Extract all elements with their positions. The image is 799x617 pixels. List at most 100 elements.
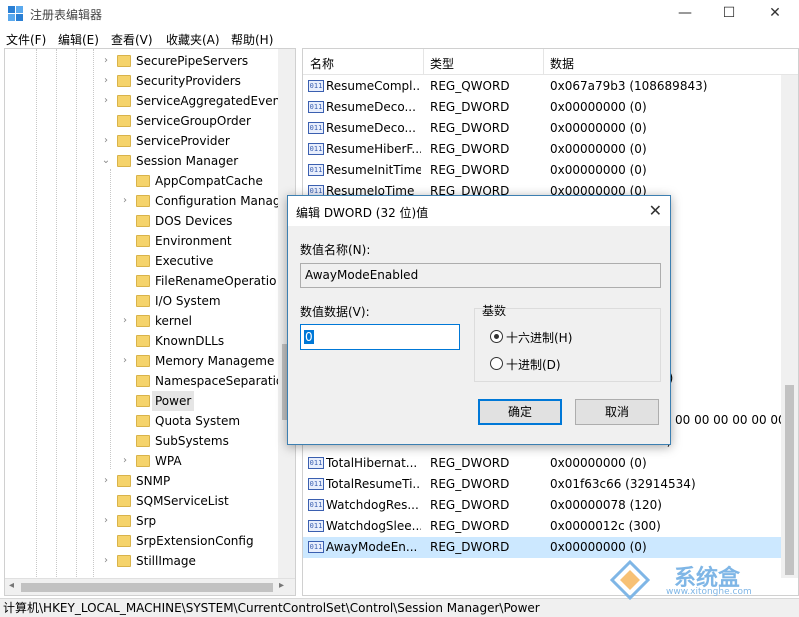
tree-item[interactable]: I/O System <box>5 291 277 311</box>
hex-radio-label[interactable]: 十六进制(H) <box>506 329 572 346</box>
value-data-text[interactable]: 0 <box>304 330 314 344</box>
hex-radio[interactable] <box>490 330 503 343</box>
tree-item-label[interactable]: DOS Devices <box>155 211 232 231</box>
collapse-chevron-icon[interactable]: ⌄ <box>101 151 111 171</box>
tree-item[interactable]: › StillImage <box>5 551 277 571</box>
expand-chevron-icon[interactable]: › <box>101 551 111 571</box>
tree-item[interactable]: DOS Devices <box>5 211 277 231</box>
tree-item[interactable]: Environment <box>5 231 277 251</box>
expand-chevron-icon[interactable]: › <box>101 51 111 71</box>
tree-item-label[interactable]: ServiceAggregatedEven <box>136 91 280 111</box>
list-row[interactable]: 011 ResumeHiberF... REG_DWORD 0x00000000 (0… <box>303 139 781 160</box>
list-row[interactable]: 011 TotalHibernat... REG_DWORD 0x00000000 (… <box>303 453 781 474</box>
maximize-button[interactable]: ☐ <box>717 3 741 23</box>
expand-chevron-icon[interactable]: › <box>120 451 130 471</box>
tree-item-label[interactable]: SubSystems <box>155 431 229 451</box>
list-row[interactable]: 011 AwayModeEn... REG_DWORD 0x00000000 (0) <box>303 537 781 558</box>
tree-item-label[interactable]: Srp <box>136 511 156 531</box>
tree-item-label[interactable]: SrpExtensionConfig <box>136 531 254 551</box>
tree-item-label[interactable]: Executive <box>155 251 213 271</box>
expand-chevron-icon[interactable]: › <box>120 191 130 211</box>
decimal-radio-label[interactable]: 十进制(D) <box>506 356 561 373</box>
list-row[interactable]: 011 WatchdogRes... REG_DWORD 0x00000078 (12… <box>303 495 781 516</box>
list-row[interactable]: 011 WatchdogSlee... REG_DWORD 0x0000012c (3… <box>303 516 781 537</box>
tree-item-label[interactable]: ServiceProvider <box>136 131 230 151</box>
list-scroll-thumb[interactable] <box>785 385 794 575</box>
tree-item[interactable]: SubSystems <box>5 431 277 451</box>
list-vertical-scrollbar[interactable] <box>781 75 798 578</box>
minimize-button[interactable]: — <box>673 3 697 23</box>
tree-item[interactable]: › ServiceProvider <box>5 131 277 151</box>
expand-chevron-icon[interactable]: › <box>120 351 130 371</box>
tree-item-label[interactable]: AppCompatCache <box>155 171 263 191</box>
registry-tree[interactable]: › SecurePipeServers › SecurityProviders › Ser… <box>4 48 296 596</box>
ok-button[interactable]: 确定 <box>478 399 562 425</box>
tree-item[interactable]: Power <box>5 391 277 411</box>
tree-item[interactable]: SrpExtensionConfig <box>5 531 277 551</box>
tree-item-label[interactable]: SNMP <box>136 471 170 491</box>
tree-item[interactable]: › Configuration Manag <box>5 191 280 211</box>
tree-item-label[interactable]: Environment <box>155 231 232 251</box>
tree-item[interactable]: › SecurityProviders <box>5 71 277 91</box>
list-row[interactable]: 011 ResumeInitTime REG_DWORD 0x00000000 (0) <box>303 160 781 181</box>
expand-chevron-icon[interactable]: › <box>120 311 130 331</box>
tree-item[interactable]: Quota System <box>5 411 277 431</box>
tree-item-label[interactable]: Quota System <box>155 411 240 431</box>
menu-help[interactable]: 帮助(H) <box>231 31 273 48</box>
list-row[interactable]: 011 ResumeDeco... REG_DWORD 0x00000000 (0) <box>303 118 781 139</box>
tree-item[interactable]: KnownDLLs <box>5 331 277 351</box>
tree-item-label[interactable]: WPA <box>155 451 182 471</box>
tree-item[interactable]: AppCompatCache <box>5 171 277 191</box>
tree-horizontal-scrollbar[interactable]: ◂ ▸ <box>5 578 295 595</box>
tree-item[interactable]: FileRenameOperatio <box>5 271 277 291</box>
tree-item-label[interactable]: FileRenameOperatio <box>155 271 276 291</box>
scroll-right-icon[interactable]: ▸ <box>279 580 284 591</box>
close-button[interactable]: ✕ <box>763 3 787 23</box>
tree-item-label[interactable]: SecurePipeServers <box>136 51 248 71</box>
tree-item[interactable]: SQMServiceList <box>5 491 277 511</box>
column-name-header[interactable]: 名称 <box>310 55 334 72</box>
expand-chevron-icon[interactable]: › <box>101 71 111 91</box>
tree-item[interactable]: › Srp <box>5 511 277 531</box>
tree-item-label[interactable]: StillImage <box>136 551 196 571</box>
tree-item-label[interactable]: KnownDLLs <box>155 331 224 351</box>
tree-item[interactable]: NamespaceSeparatio <box>5 371 283 391</box>
tree-item[interactable]: › SNMP <box>5 471 277 491</box>
expand-chevron-icon[interactable]: › <box>101 471 111 491</box>
decimal-radio[interactable] <box>490 357 503 370</box>
menu-view[interactable]: 查看(V) <box>111 31 153 48</box>
list-row[interactable]: 011 TotalResumeTi... REG_DWORD 0x01f63c66 (… <box>303 474 781 495</box>
expand-chevron-icon[interactable]: › <box>101 131 111 151</box>
tree-item[interactable]: › SecurePipeServers <box>5 51 277 71</box>
tree-item-label[interactable]: Memory Manageme <box>155 351 274 371</box>
menu-edit[interactable]: 编辑(E) <box>58 31 99 48</box>
tree-item-label[interactable]: Configuration Manag <box>155 191 280 211</box>
tree-item[interactable]: › WPA <box>5 451 277 471</box>
tree-item-label[interactable]: kernel <box>155 311 192 331</box>
tree-hscroll-thumb[interactable] <box>21 583 273 592</box>
scroll-left-icon[interactable]: ◂ <box>9 580 14 591</box>
tree-item[interactable]: ServiceGroupOrder <box>5 111 277 131</box>
cancel-button[interactable]: 取消 <box>575 399 659 425</box>
expand-chevron-icon[interactable]: › <box>101 511 111 531</box>
tree-item[interactable]: › ServiceAggregatedEven <box>5 91 280 111</box>
list-row[interactable]: 011 ResumeCompl... REG_QWORD 0x067a79b3 (10… <box>303 76 781 97</box>
expand-chevron-icon[interactable]: › <box>101 91 111 111</box>
tree-item[interactable]: Executive <box>5 251 277 271</box>
tree-item-label[interactable]: Session Manager <box>136 151 238 171</box>
dialog-close-icon[interactable]: ✕ <box>649 201 662 220</box>
tree-item-label[interactable]: NamespaceSeparatio <box>155 371 283 391</box>
tree-item-label[interactable]: ServiceGroupOrder <box>136 111 251 131</box>
menu-favorites[interactable]: 收藏夹(A) <box>166 31 220 48</box>
column-type-header[interactable]: 类型 <box>430 55 454 72</box>
menu-file[interactable]: 文件(F) <box>6 31 46 48</box>
tree-item[interactable]: › kernel <box>5 311 277 331</box>
tree-item[interactable]: › Memory Manageme <box>5 351 277 371</box>
tree-item-label[interactable]: Power <box>152 391 195 411</box>
value-data-input[interactable]: 0 <box>300 324 460 350</box>
column-data-header[interactable]: 数据 <box>550 55 574 72</box>
tree-item-label[interactable]: SecurityProviders <box>136 71 241 91</box>
tree-item[interactable]: ⌄ Session Manager <box>5 151 277 171</box>
tree-item-label[interactable]: SQMServiceList <box>136 491 229 511</box>
tree-item-label[interactable]: I/O System <box>155 291 221 311</box>
